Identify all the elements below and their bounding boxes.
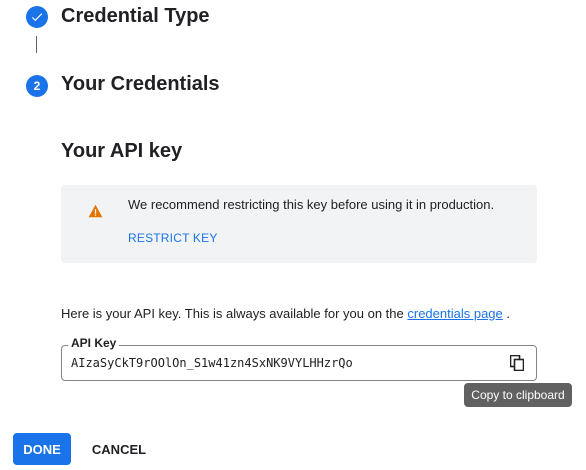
credentials-page-link[interactable]: credentials page (407, 306, 502, 321)
info-text-after: . (502, 306, 510, 321)
copy-tooltip: Copy to clipboard (464, 383, 572, 407)
step-number-icon: 2 (26, 75, 48, 97)
api-key-heading: Your API key (61, 140, 183, 162)
step-complete-check-icon (26, 6, 48, 28)
api-key-info-text: Here is your API key. This is always ava… (61, 306, 510, 321)
restrict-key-button[interactable]: RESTRICT KEY (128, 231, 218, 245)
api-key-label: API Key (68, 336, 120, 350)
info-text-before: Here is your API key. This is always ava… (61, 306, 408, 321)
api-key-field[interactable]: API Key AIzaSyCkT9rOOlOn_S1w41zn4SxNK9VY… (61, 336, 537, 381)
api-key-value[interactable]: AIzaSyCkT9rOOlOn_S1w41zn4SxNK9VYLHHzrQo (71, 356, 353, 370)
warning-banner: We recommend restricting this key before… (61, 185, 537, 263)
cancel-button[interactable]: CANCEL (84, 433, 154, 465)
step-title-credential-type[interactable]: Credential Type (61, 5, 210, 28)
create-credentials-page: Credential Type 2 Your Credentials Your … (0, 0, 586, 470)
step-connector (36, 36, 37, 53)
copy-icon[interactable] (510, 355, 524, 371)
step-title-your-credentials: Your Credentials (61, 73, 220, 95)
done-button[interactable]: DONE (13, 433, 71, 465)
warning-icon (88, 204, 103, 218)
warning-message: We recommend restricting this key before… (128, 197, 495, 212)
